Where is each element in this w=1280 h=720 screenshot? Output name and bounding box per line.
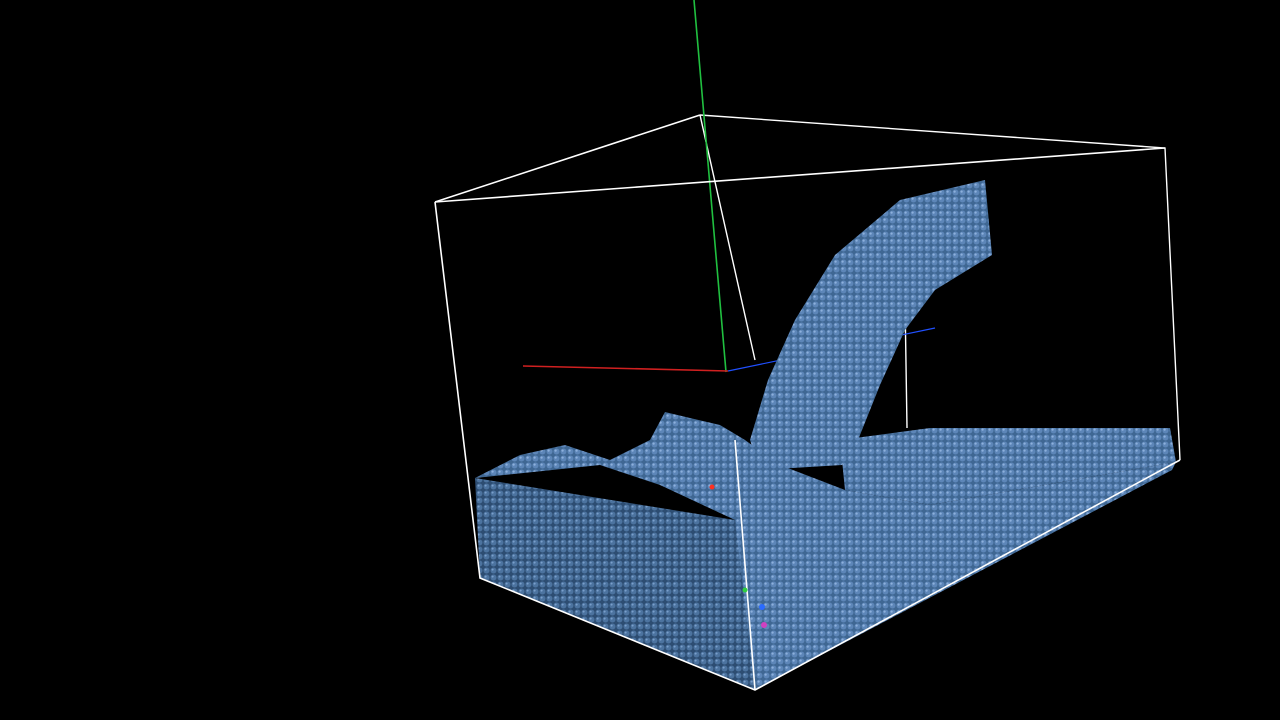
fluid-stream bbox=[750, 180, 992, 470]
marker-magenta bbox=[761, 622, 767, 628]
marker-green bbox=[742, 587, 748, 593]
x-axis-line bbox=[522, 365, 729, 372]
fluid-particles bbox=[475, 180, 1176, 690]
marker-blue bbox=[759, 604, 765, 610]
marker-red bbox=[709, 484, 715, 490]
scene-3d-view bbox=[434, 0, 1181, 691]
simulation-viewport[interactable] bbox=[0, 0, 1280, 720]
y-axis-line bbox=[693, 0, 727, 373]
fluid-front-face bbox=[475, 478, 755, 690]
